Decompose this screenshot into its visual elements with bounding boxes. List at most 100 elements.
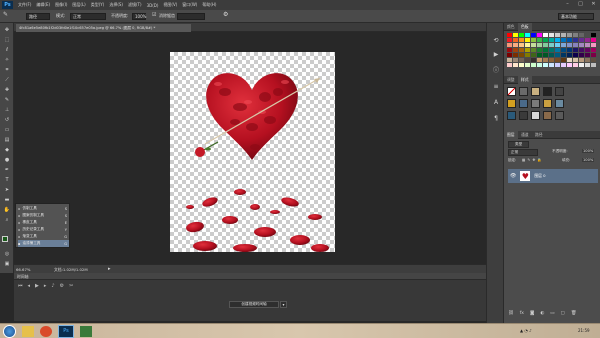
character-icon[interactable]: A — [492, 99, 500, 107]
swatch[interactable] — [537, 43, 542, 47]
trash-icon[interactable]: 🗑 — [571, 311, 577, 316]
status-arrow-icon[interactable]: ▸ — [108, 266, 111, 272]
swatch[interactable] — [567, 58, 572, 62]
menu-file[interactable]: 文件(F) — [18, 2, 31, 8]
swatch[interactable] — [573, 43, 578, 47]
quick-mask-icon[interactable]: ◎ — [3, 251, 11, 258]
swatch[interactable] — [507, 38, 512, 42]
options-field[interactable] — [177, 13, 205, 20]
swatch[interactable] — [585, 53, 590, 57]
menu-layer[interactable]: 图层(L) — [72, 2, 85, 8]
swatch[interactable] — [579, 43, 584, 47]
swatch[interactable] — [573, 38, 578, 42]
opacity-input[interactable]: 100% — [132, 13, 146, 20]
swatch[interactable] — [585, 43, 590, 47]
menu-type[interactable]: 类型(Y) — [91, 2, 105, 8]
swatch[interactable] — [549, 48, 554, 52]
file-explorer-icon[interactable] — [22, 326, 34, 337]
swatch[interactable] — [537, 48, 542, 52]
swatch[interactable] — [513, 63, 518, 67]
swatch[interactable] — [573, 63, 578, 67]
type-tool-icon[interactable]: T — [3, 177, 11, 184]
healing-tool-icon[interactable]: ✚ — [3, 87, 11, 94]
swatch[interactable] — [543, 58, 548, 62]
swatch[interactable] — [537, 58, 542, 62]
tab-channels[interactable]: 通道 — [518, 131, 532, 139]
swatch[interactable] — [561, 38, 566, 42]
swatch[interactable] — [525, 63, 530, 67]
chevron-down-icon[interactable]: ▾ — [280, 301, 287, 308]
swatch[interactable] — [591, 63, 596, 67]
layer-opacity-input[interactable]: 100% — [582, 149, 595, 153]
swatch[interactable] — [585, 33, 590, 37]
eyedropper-tool-icon[interactable]: ⟋ — [3, 77, 11, 84]
swatch[interactable] — [519, 48, 524, 52]
tab-color[interactable]: 颜色 — [504, 23, 518, 31]
document-tab[interactable]: 4fc81a6e5e80fb1f2d03fd0e1f10c657e05a.jpe… — [16, 24, 191, 32]
swatch[interactable] — [513, 58, 518, 62]
workspace-select[interactable]: 基本功能 — [558, 13, 594, 20]
swatch[interactable] — [585, 63, 590, 67]
next-frame-icon[interactable]: ▸ — [44, 283, 47, 289]
menu-select[interactable]: 选择(S) — [109, 2, 123, 8]
menu-edit[interactable]: 编辑(E) — [36, 2, 50, 8]
swatch[interactable] — [543, 63, 548, 67]
swatch[interactable] — [555, 43, 560, 47]
new-layer-icon[interactable]: ▢ — [561, 311, 565, 316]
screen-mode-icon[interactable]: ▣ — [3, 261, 11, 268]
swatch[interactable] — [507, 43, 512, 47]
menu-view[interactable]: 视图(V) — [163, 2, 177, 8]
swatch[interactable] — [513, 48, 518, 52]
close-icon[interactable]: ✕ — [589, 1, 598, 8]
swatch[interactable] — [579, 38, 584, 42]
foreground-color-swatch[interactable] — [2, 236, 8, 242]
marquee-tool-icon[interactable]: ⬚ — [3, 37, 11, 44]
swatch[interactable] — [525, 33, 530, 37]
layer-blend-select[interactable]: 正常 — [508, 149, 538, 156]
layer-kind-filter[interactable]: 类型 — [508, 141, 530, 148]
eraser-tool-icon[interactable]: ▭ — [3, 127, 11, 134]
swatch[interactable] — [567, 53, 572, 57]
swatch[interactable] — [567, 48, 572, 52]
swatch[interactable] — [549, 33, 554, 37]
swatch[interactable] — [537, 53, 542, 57]
fill-input[interactable]: 100% — [582, 158, 595, 162]
menu-window[interactable]: 窗口(W) — [182, 2, 197, 8]
swatch[interactable] — [561, 53, 566, 57]
brush-tool-icon[interactable]: ✎ — [3, 97, 11, 104]
swatch[interactable] — [561, 58, 566, 62]
crop-tool-icon[interactable]: ⌗ — [3, 67, 11, 74]
menu-image[interactable]: 图像(I) — [55, 2, 67, 8]
swatch[interactable] — [531, 43, 536, 47]
zoom-tool-icon[interactable]: ⌕ — [3, 217, 11, 224]
swatch[interactable] — [507, 58, 512, 62]
quick-select-tool-icon[interactable]: ✧ — [3, 57, 11, 64]
document-canvas[interactable] — [170, 52, 335, 252]
audio-icon[interactable]: ♪ — [51, 283, 54, 289]
swatch[interactable] — [567, 33, 572, 37]
swatch[interactable] — [579, 33, 584, 37]
menu-3d[interactable]: 3D(D) — [147, 3, 159, 8]
fx-icon[interactable]: fx — [520, 311, 524, 316]
split-icon[interactable]: ✂ — [69, 283, 73, 289]
swatch[interactable] — [579, 63, 584, 67]
blend-mode-select[interactable]: 正常 — [70, 13, 106, 20]
folder-icon[interactable]: ▭ — [550, 311, 554, 316]
swatch[interactable] — [543, 53, 548, 57]
timeline-title[interactable]: 时间轴 — [17, 274, 28, 280]
swatch[interactable] — [519, 33, 524, 37]
swatch[interactable] — [525, 58, 530, 62]
tab-styles[interactable]: 样式 — [518, 76, 532, 84]
menu-filter[interactable]: 滤镜(T) — [128, 2, 142, 8]
mask-icon[interactable]: ◙ — [530, 311, 534, 316]
swatch[interactable] — [531, 48, 536, 52]
swatch[interactable] — [531, 53, 536, 57]
swatch[interactable] — [591, 48, 596, 52]
swatch[interactable] — [549, 38, 554, 42]
minimize-icon[interactable]: – — [563, 1, 572, 8]
swatch[interactable] — [579, 48, 584, 52]
swatch[interactable] — [549, 53, 554, 57]
settings-icon[interactable]: ⚙ — [60, 283, 64, 289]
flyout-item[interactable]: ▫ 橡皮工具 E — [18, 219, 69, 226]
adjustment-icon[interactable]: ◐ — [540, 311, 544, 316]
